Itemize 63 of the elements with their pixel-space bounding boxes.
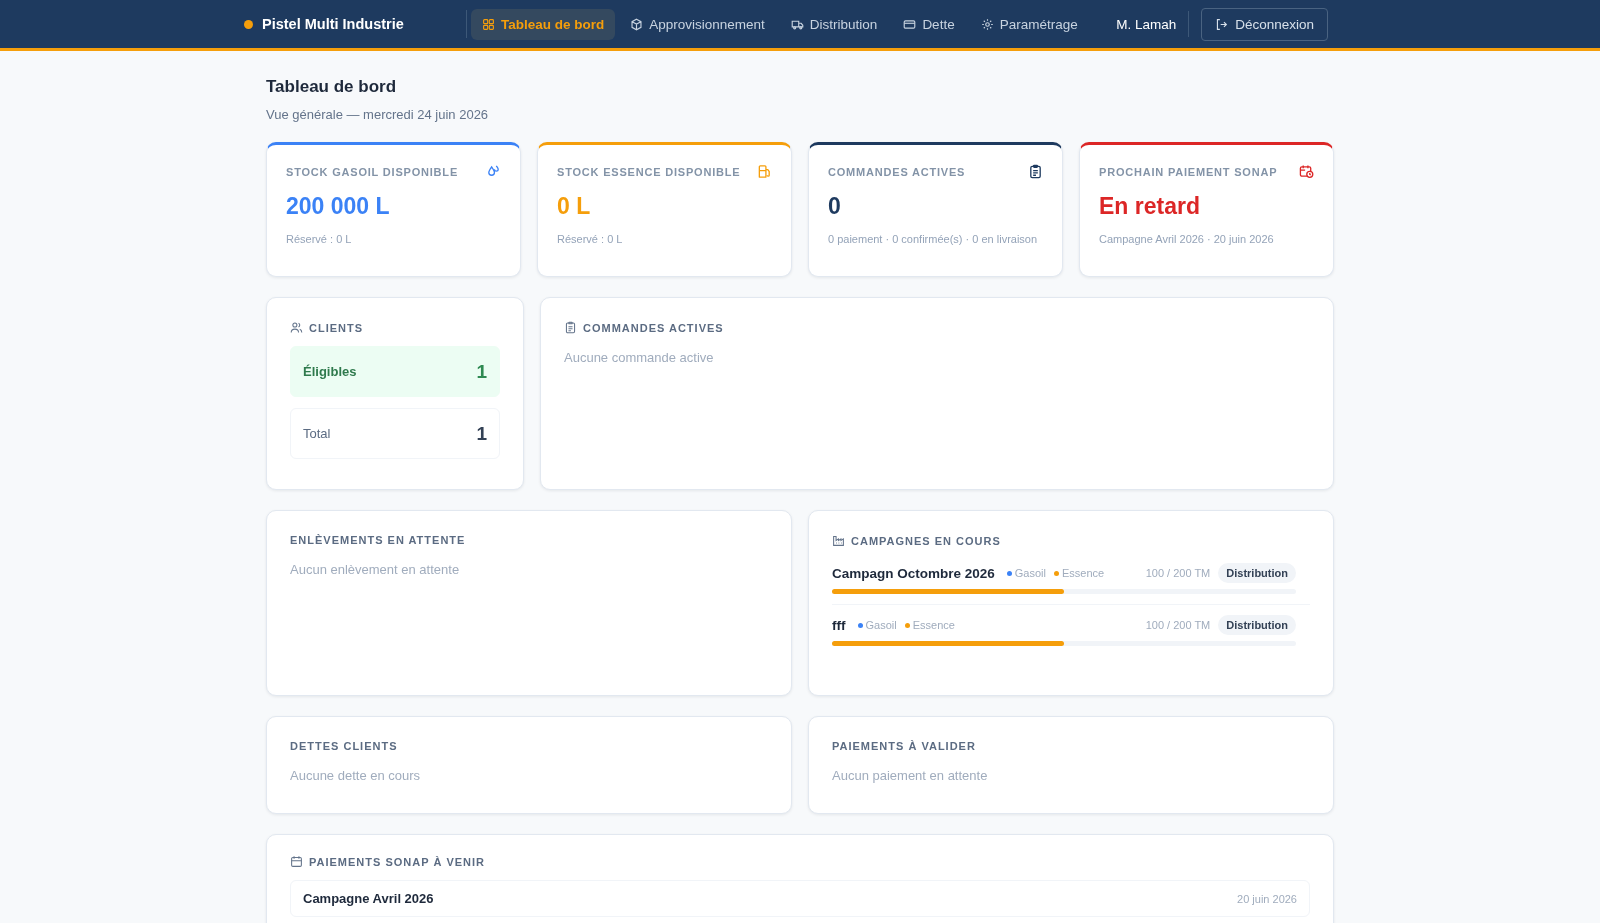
campaign-quantity: 100 / 200 TM	[1145, 619, 1211, 631]
status-badge: Distribution	[1218, 615, 1296, 635]
stat-value: 200 000 L	[286, 193, 391, 220]
fuel-pump-icon	[757, 164, 772, 179]
clipboard-icon	[1028, 164, 1043, 179]
nav-tab[interactable]: Paramétrage	[969, 8, 1089, 40]
fuel-tag: Essence	[1054, 567, 1105, 579]
brand-dot-icon	[244, 19, 253, 29]
stat-detail: Réservé : 0 L	[286, 232, 353, 247]
payment-date: 20 juin 2026	[1237, 892, 1297, 905]
stat-value: 0 L	[557, 193, 592, 220]
page-subtitle: Vue générale — mercredi 24 juin 2026	[266, 107, 490, 122]
stat-detail: Campagne Avril 2026 · 20 juin 2026	[1099, 232, 1275, 247]
stat-label: STOCK GASOIL DISPONIBLE	[286, 165, 458, 178]
panel-title: COMMANDES ACTIVES	[583, 321, 724, 334]
drops-icon	[486, 164, 501, 179]
grid-icon	[482, 17, 495, 31]
campaign-name: Campagne Avril 2026	[303, 891, 434, 906]
count-value: 1	[476, 360, 487, 383]
panel-title: CLIENTS	[309, 321, 364, 334]
user-name: M. Lamah	[1116, 16, 1177, 32]
count-value: 1	[476, 422, 487, 445]
campaign-quantity: 100 / 200 TM	[1145, 567, 1211, 579]
stat-detail: Réservé : 0 L	[557, 232, 624, 247]
panel-title: CAMPAGNES EN COURS	[851, 534, 1001, 547]
stat-label: STOCK ESSENCE DISPONIBLE	[557, 165, 741, 178]
nav-tab[interactable]: Approvisionnement	[619, 8, 776, 40]
settings-icon	[980, 17, 994, 31]
empty-message: Aucune dette en cours	[290, 768, 422, 783]
brand-name: Pistel Multi Industrie	[262, 16, 404, 32]
status-badge: Distribution	[1218, 563, 1296, 583]
fuel-tag: Gasoil	[857, 619, 897, 631]
calendar-clock-icon	[1299, 164, 1314, 179]
logout-button[interactable]: Déconnexion	[1201, 7, 1328, 41]
stat-value: 0	[828, 193, 842, 220]
panel-title: PAIEMENTS À VALIDER	[832, 740, 976, 752]
nav-tab[interactable]: Tableau de bord	[471, 8, 616, 40]
factory-icon	[832, 534, 845, 547]
campaign-name: Campagn Octombre 2026	[832, 565, 995, 581]
nav-tab[interactable]: Dette	[892, 8, 966, 40]
card-icon	[903, 17, 917, 31]
empty-message: Aucune commande active	[564, 350, 715, 365]
count-label: Total	[303, 426, 331, 441]
empty-message: Aucun paiement en attente	[832, 768, 989, 783]
panel-title: DETTES CLIENTS	[290, 740, 398, 752]
stat-label: COMMANDES ACTIVES	[828, 165, 966, 178]
fuel-tag: Gasoil	[1006, 567, 1046, 579]
empty-message: Aucun enlèvement en attente	[290, 562, 461, 577]
campaign-name: fff	[832, 617, 846, 633]
panel-title: PAIEMENTS SONAP À VENIR	[309, 855, 485, 868]
panel-title: ENLÈVEMENTS EN ATTENTE	[290, 534, 466, 546]
stat-value: En retard	[1099, 193, 1201, 220]
clipboard-icon	[564, 321, 577, 334]
logout-icon	[1215, 17, 1229, 31]
users-icon	[290, 321, 303, 334]
cube-icon	[630, 17, 644, 31]
count-label: Éligibles	[303, 364, 357, 379]
fuel-tag: Essence	[904, 619, 955, 631]
nav-tab[interactable]: Distribution	[779, 8, 889, 40]
page-title: Tableau de bord	[266, 77, 398, 97]
stat-detail: 0 paiement · 0 confirmée(s) · 0 en livraison	[828, 232, 1039, 247]
calendar-icon	[290, 855, 303, 868]
stat-label: PROCHAIN PAIEMENT SONAP	[1099, 165, 1278, 178]
